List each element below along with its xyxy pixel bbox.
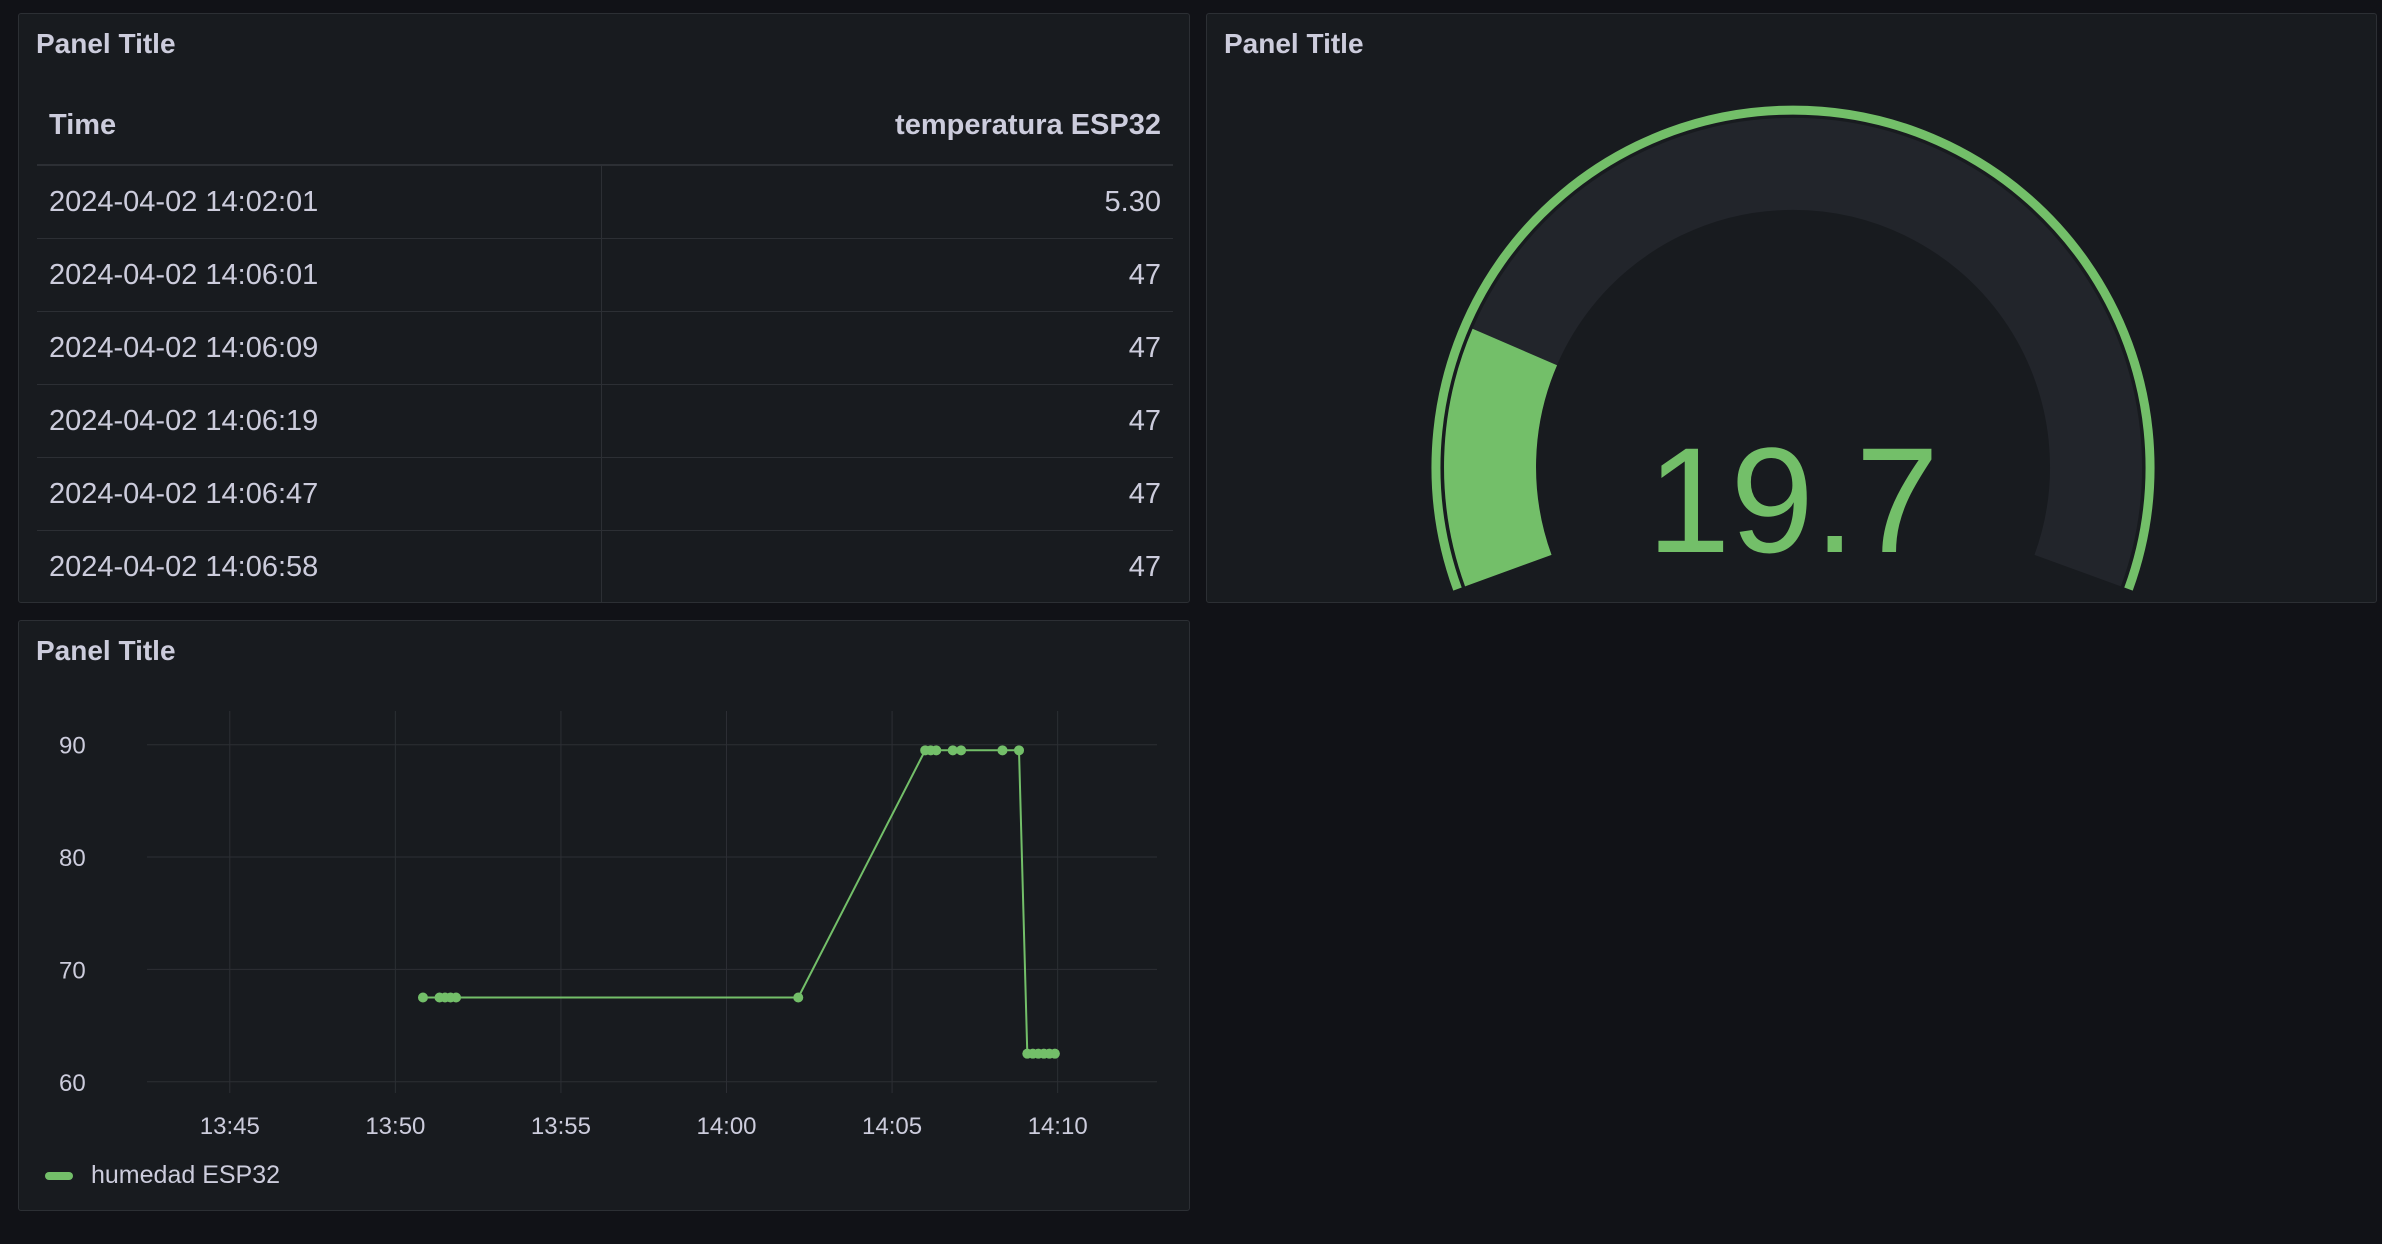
table-row[interactable]: 2024-04-02 14:06:58 47 bbox=[37, 531, 1173, 603]
y-tick-label: 90 bbox=[59, 733, 86, 760]
x-tick-label: 14:05 bbox=[862, 1113, 922, 1140]
cell-temperatura: 5.30 bbox=[1104, 185, 1161, 218]
table-row[interactable]: 2024-04-02 14:02:01 5.30 bbox=[37, 166, 1173, 239]
data-point[interactable] bbox=[793, 992, 804, 1003]
table-panel: Panel Title Time temperatura ESP32 2024-… bbox=[18, 13, 1190, 603]
x-tick-label: 14:10 bbox=[1028, 1113, 1088, 1140]
cell-time: 2024-04-02 14:06:01 bbox=[37, 239, 602, 311]
data-point[interactable] bbox=[997, 745, 1008, 756]
x-tick-label: 13:45 bbox=[200, 1113, 260, 1140]
table-row[interactable]: 2024-04-02 14:06:47 47 bbox=[37, 458, 1173, 531]
cell-time: 2024-04-02 14:02:01 bbox=[37, 166, 602, 238]
x-tick-label: 13:50 bbox=[365, 1113, 425, 1140]
gauge-value-arc bbox=[1444, 328, 1558, 587]
table-body: 2024-04-02 14:02:01 5.30 2024-04-02 14:06:… bbox=[37, 166, 1173, 603]
legend-label[interactable]: humedad ESP32 bbox=[91, 1161, 280, 1190]
data-point[interactable] bbox=[1014, 745, 1025, 756]
table-row[interactable]: 2024-04-02 14:06:01 47 bbox=[37, 239, 1173, 312]
legend-swatch bbox=[45, 1171, 73, 1180]
table-row[interactable]: 2024-04-02 14:06:19 47 bbox=[37, 385, 1173, 458]
table-header: Time temperatura ESP32 bbox=[37, 86, 1173, 166]
data-point[interactable] bbox=[451, 992, 462, 1003]
cell-time: 2024-04-02 14:06:09 bbox=[37, 312, 602, 384]
x-tick-label: 13:55 bbox=[531, 1113, 591, 1140]
cell-time: 2024-04-02 14:06:19 bbox=[37, 385, 602, 457]
y-tick-label: 60 bbox=[59, 1070, 86, 1097]
data-point[interactable] bbox=[1049, 1048, 1060, 1059]
data-point[interactable] bbox=[956, 745, 967, 756]
y-tick-label: 70 bbox=[59, 957, 86, 984]
cell-temperatura: 47 bbox=[1128, 477, 1161, 510]
gauge-value: 19.7 bbox=[1647, 416, 1939, 584]
column-header-temperatura[interactable]: temperatura ESP32 bbox=[602, 86, 1173, 164]
y-tick-label: 80 bbox=[59, 845, 86, 872]
gauge-panel: Panel Title 19.7 bbox=[1206, 13, 2377, 603]
cell-temperatura: 47 bbox=[1128, 258, 1161, 291]
cell-temperatura: 47 bbox=[1128, 404, 1161, 437]
panel-title[interactable]: Panel Title bbox=[36, 28, 176, 60]
column-header-time[interactable]: Time bbox=[37, 86, 602, 164]
data-point[interactable] bbox=[417, 992, 428, 1003]
series-line[interactable] bbox=[423, 749, 1055, 1055]
timeseries-panel: Panel Title 60 70 80 90 13:45 13:50 13:55 14:00… bbox=[18, 620, 1190, 1211]
gauge-chart: 19.7 bbox=[1431, 105, 2155, 591]
cell-time: 2024-04-02 14:06:58 bbox=[37, 531, 602, 603]
data-table: Time temperatura ESP32 2024-04-02 14:02:… bbox=[37, 86, 1173, 603]
cell-time: 2024-04-02 14:06:47 bbox=[37, 458, 602, 530]
legend[interactable]: humedad ESP32 bbox=[45, 1161, 280, 1190]
cell-temperatura: 47 bbox=[1128, 331, 1161, 364]
data-point[interactable] bbox=[931, 745, 942, 756]
table-row[interactable]: 2024-04-02 14:06:09 47 bbox=[37, 312, 1173, 385]
cell-temperatura: 47 bbox=[1128, 550, 1161, 583]
x-tick-label: 14:00 bbox=[696, 1113, 756, 1140]
line-chart: 60 70 80 90 13:45 13:50 13:55 14:00 14:05 14:10 bbox=[59, 711, 1157, 1140]
